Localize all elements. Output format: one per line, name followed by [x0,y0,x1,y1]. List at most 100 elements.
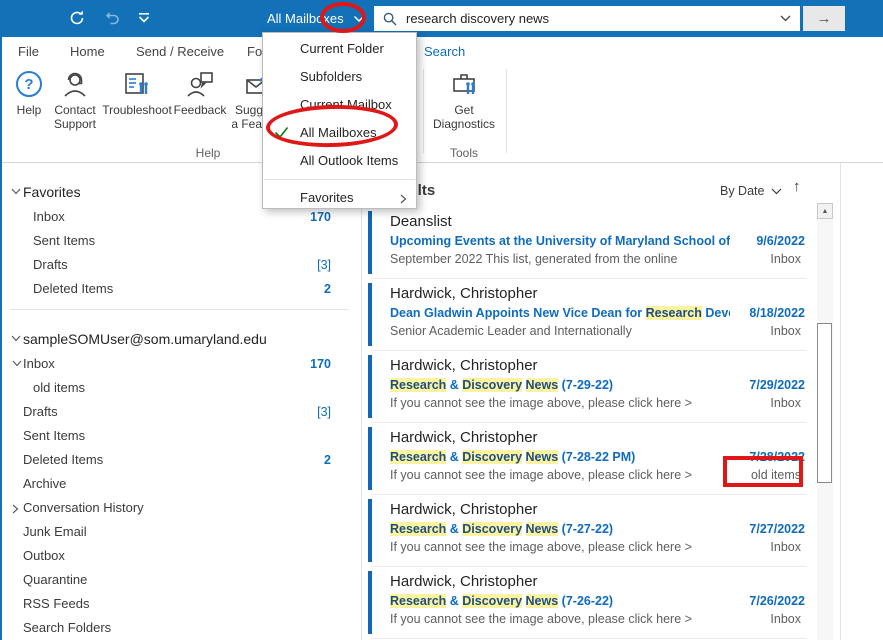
tab-file[interactable]: File [18,44,39,59]
folder-label: RSS Feeds [23,596,89,611]
menu-item-favorites[interactable]: Favorites [263,184,416,212]
search-highlight: Discovery [462,594,522,608]
folder-pane: Favorites Inbox 170 Sent Items Drafts [3] Dele… [0,163,362,640]
undo-icon[interactable] [103,9,121,27]
email-list-item[interactable]: Hardwick, ChristopherResearch & Discover… [363,351,817,423]
email-subject: Research & Discovery News (7-27-22) [390,522,613,536]
email-snippet: If you cannot see the image above, pleas… [390,396,692,410]
folder-item-sent-items[interactable]: Sent Items [0,424,361,448]
email-list-item[interactable]: Hardwick, Christopher Research & Discover… [363,567,817,639]
folder-item-drafts[interactable]: Drafts[3] [0,253,361,277]
folder-item-conversation-history[interactable]: Conversation History [0,496,361,520]
folder-count: 170 [310,352,331,376]
chevron-down-icon[interactable] [12,360,22,367]
unread-indicator [368,283,372,346]
troubleshoot-button[interactable]: Troubleshoot [100,69,174,117]
sort-by-button[interactable]: By Date [720,184,782,198]
folder-item-junk-email[interactable]: Junk Email [0,520,361,544]
scrollbar-thumb[interactable] [817,323,832,483]
search-history-chevron-icon[interactable] [780,15,791,22]
feedback-icon [185,69,215,99]
sync-icon[interactable] [68,9,86,27]
email-folder: Inbox [770,324,801,338]
feedback-button[interactable]: Feedback [172,69,228,117]
annotation-circle-scope-chevron [320,2,366,33]
folder-label: old items [33,380,85,395]
search-results-pane: Results By Date ↑ DeanslistUpcoming Even… [363,163,840,640]
folder-label: Drafts [33,257,68,272]
help-button[interactable]: ? Help [8,69,50,117]
headset-person-icon [60,69,90,99]
email-list-item[interactable]: Deanslist Upcoming Events at the Universi… [363,207,817,279]
folder-label: Quarantine [23,572,87,587]
scrollbar-up-arrow[interactable]: ▲ [817,203,833,219]
folder-label: Inbox [23,356,55,371]
folder-item-drafts[interactable]: Drafts [3] [0,400,361,424]
folder-item-deleted-items[interactable]: Deleted Items2 [0,448,361,472]
search-highlight: News [526,522,559,536]
chevron-down-icon [771,188,782,195]
folder-count: [3] [317,400,331,424]
email-list-item[interactable]: Hardwick, ChristopherDean Gladwin Appoin… [363,279,817,351]
ribbon-group-help-label: Help [183,146,233,160]
contact-support-button[interactable]: Contact Support [50,69,100,131]
ribbon-group-tools-label: Tools [428,146,500,160]
folder-item-quarantine[interactable]: Quarantine [0,568,361,592]
scrollbar[interactable]: ▲ [817,203,833,640]
email-sender: Deanslist [390,213,452,230]
menu-item-label: All Outlook Items [300,153,398,168]
menu-item-subfolders[interactable]: Subfolders [263,63,416,91]
search-go-button[interactable]: → [803,6,845,31]
folder-item-old-items[interactable]: old items [0,376,361,400]
email-sender: Hardwick, Christopher [390,429,538,446]
search-highlight: Research [390,450,446,464]
search-input[interactable] [406,11,771,26]
folder-label: Drafts [23,404,58,419]
search-icon [383,12,397,26]
folder-label: Sent Items [23,428,85,443]
search-highlight: Discovery [462,450,522,464]
email-subject: Upcoming Events at the University of Mar… [390,234,730,248]
search-box[interactable] [374,6,800,31]
search-highlight: Research [646,306,702,320]
folder-label: Sent Items [33,233,95,248]
folder-label: Deleted Items [33,281,113,296]
search-highlight: Research [390,378,446,392]
search-highlight: News [526,450,559,464]
folder-item-archive[interactable]: Archive [0,472,361,496]
qat-overflow-icon[interactable] [138,13,150,23]
folder-item-rss-feeds[interactable]: RSS Feeds [0,592,361,616]
chevron-down-icon[interactable] [11,188,21,195]
folder-item-outbox[interactable]: Outbox [0,544,361,568]
email-sender: Hardwick, Christopher [390,573,538,590]
email-sender: Hardwick, Christopher [390,357,538,374]
tab-home[interactable]: Home [70,44,105,59]
chevron-down-icon[interactable] [11,335,21,342]
email-list: Deanslist Upcoming Events at the Universi… [363,207,817,639]
folder-item-deleted-items[interactable]: Deleted Items2 [0,277,361,301]
ribbon-separator [506,69,507,153]
search-highlight: News [526,594,559,608]
section-header-label: Favorites [23,184,81,200]
folder-section-header-samplesomuser-som-umaryland-edu[interactable]: sampleSOMUser@som.umaryland.edu [0,326,361,352]
folder-item-inbox[interactable]: Inbox 170 [0,352,361,376]
tab-search[interactable]: Search [424,44,465,59]
folder-label: Outbox [23,548,65,563]
email-sender: Hardwick, Christopher [390,501,538,518]
menu-item-all-outlook-items[interactable]: All Outlook Items [263,147,416,175]
chevron-right-icon[interactable] [12,504,19,514]
annotation-box-old-items [723,456,803,487]
email-folder: Inbox [770,396,801,410]
folder-item-sent-items[interactable]: Sent Items [0,229,361,253]
email-snippet: Senior Academic Leader and International… [390,324,632,338]
folder-item-search-folders[interactable]: Search Folders [0,616,361,640]
menu-item-current-folder[interactable]: Current Folder [263,35,416,63]
sort-direction-arrow[interactable]: ↑ [793,178,801,195]
tab-send-receive[interactable]: Send / Receive [136,44,224,59]
get-diagnostics-button[interactable]: Get Diagnostics [428,69,500,131]
email-subject: Research & Discovery News (7-26-22) [390,594,613,608]
email-snippet: If you cannot see the image above, pleas… [390,540,692,554]
email-folder: Inbox [770,540,801,554]
email-list-item[interactable]: Hardwick, Christopher Research & Discover… [363,495,817,567]
search-highlight: Discovery [462,378,522,392]
